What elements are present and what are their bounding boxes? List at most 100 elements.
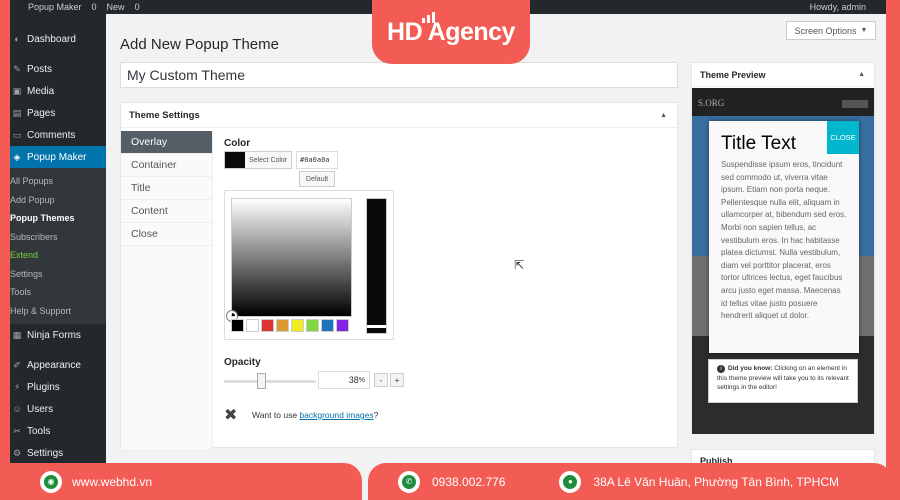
globe-icon: ◉	[40, 470, 62, 493]
popup-content[interactable]: Suspendisse ipsum eros, tincidunt sed co…	[721, 159, 849, 323]
popup-close-button[interactable]: CLOSE	[827, 121, 859, 154]
settings-tabs: Overlay Container Title Content Close	[121, 131, 213, 449]
menu-popup-maker[interactable]: ◈ Popup Maker	[10, 146, 106, 168]
opacity-label: Opacity	[224, 357, 261, 368]
menu-settings[interactable]: ⚙ Settings	[10, 442, 106, 464]
palette-swatch[interactable]	[306, 319, 319, 332]
color-palette	[231, 319, 349, 332]
menu-users[interactable]: ☺ Users	[10, 398, 106, 420]
media-icon: ▣	[12, 85, 22, 96]
brand-logo: HD Agency	[387, 17, 515, 46]
page-title: Add New Popup Theme	[120, 36, 279, 53]
brand-bars-icon	[422, 12, 435, 23]
palette-swatch[interactable]	[321, 319, 334, 332]
collapse-arrow-icon[interactable]: ▲	[858, 71, 865, 78]
preview-area[interactable]: S.ORG Title Text CLOSE Suspendisse ipsum…	[692, 88, 874, 434]
page-icon: ▤	[12, 107, 22, 118]
footer-phone[interactable]: 0938.002.776	[432, 475, 505, 489]
collapse-arrow-icon[interactable]: ▲	[660, 112, 667, 119]
new-link[interactable]: New	[107, 2, 125, 12]
palette-swatch[interactable]	[276, 319, 289, 332]
opacity-decrease-button[interactable]: -	[374, 373, 388, 387]
opacity-slider-track[interactable]	[224, 380, 316, 383]
comment-icon: ▭	[12, 129, 22, 140]
submenu-settings[interactable]: Settings	[10, 265, 106, 284]
color-label: Color	[224, 138, 251, 149]
site-name[interactable]: Popup Maker	[28, 2, 82, 12]
menu-plugins[interactable]: ⚡ Plugins	[10, 376, 106, 398]
opacity-increase-button[interactable]: +	[390, 373, 404, 387]
brush-icon: ✐	[13, 359, 21, 370]
palette-swatch[interactable]	[231, 319, 244, 332]
popup-title[interactable]: Title Text	[721, 133, 796, 155]
menu-ninja-forms[interactable]: ▦ Ninja Forms	[10, 324, 106, 346]
submenu-all-popups[interactable]: All Popups	[10, 172, 106, 191]
popup-maker-submenu: All Popups Add Popup Popup Themes Subscr…	[10, 168, 106, 324]
info-icon: i	[717, 365, 725, 373]
submenu-popup-themes[interactable]: Popup Themes	[10, 209, 106, 228]
submenu-help-support[interactable]: Help & Support	[10, 302, 106, 321]
preview-tip: i Did you know: Clicking on an element in…	[708, 359, 858, 403]
menu-pages[interactable]: ▤ Pages	[10, 102, 106, 124]
preview-site-logo: S.ORG	[698, 98, 725, 108]
tab-title[interactable]: Title	[121, 177, 212, 200]
theme-preview-header: Theme Preview ▲	[692, 63, 874, 87]
tab-overlay[interactable]: Overlay	[121, 131, 212, 154]
theme-name-input[interactable]: My Custom Theme	[120, 62, 678, 88]
frame-left	[0, 0, 10, 500]
phone-icon: ✆	[398, 470, 420, 493]
submenu-extend[interactable]: Extend	[10, 246, 106, 265]
select-color-button[interactable]: Select Color	[224, 151, 292, 169]
updates-count[interactable]: 0	[135, 2, 140, 12]
gear-icon: ⚙	[12, 447, 22, 458]
palette-swatch[interactable]	[261, 319, 274, 332]
plugin-icon: ⚡	[13, 381, 21, 392]
saturation-field[interactable]	[227, 198, 352, 321]
submenu-add-popup[interactable]: Add Popup	[10, 191, 106, 210]
footer-website-bar: ◉ www.webhd.vn	[10, 463, 362, 500]
theme-preview-box: Theme Preview ▲ S.ORG Title Text CLOSE S…	[691, 62, 875, 434]
menu-posts[interactable]: ✎ Posts	[10, 58, 106, 80]
preview-popup[interactable]: Title Text CLOSE Suspendisse ipsum eros,…	[709, 121, 859, 353]
hue-slider[interactable]	[366, 198, 387, 334]
theme-settings-box: Theme Settings ▲ Overlay Container Title…	[120, 102, 678, 449]
footer-contact-bar: ✆ 0938.002.776 ● 38A Lê Văn Huân, Phường…	[368, 463, 892, 500]
menu-appearance[interactable]: ✐ Appearance	[10, 354, 106, 376]
submenu-subscribers[interactable]: Subscribers	[10, 228, 106, 247]
tab-content[interactable]: Content	[121, 200, 212, 223]
chevron-down-icon: ▼	[860, 27, 868, 34]
menu-tools[interactable]: ✂ Tools	[10, 420, 106, 442]
location-pin-icon: ●	[559, 470, 582, 493]
hex-color-input[interactable]: #0a0a0a	[296, 151, 338, 169]
tab-container[interactable]: Container	[121, 154, 212, 177]
tab-close[interactable]: Close	[121, 223, 212, 246]
palette-swatch[interactable]	[291, 319, 304, 332]
palette-swatch[interactable]	[246, 319, 259, 332]
preview-search-bar	[842, 100, 868, 108]
user-icon: ☺	[12, 404, 22, 414]
frame-right	[886, 0, 900, 500]
background-images-link[interactable]: background images	[299, 410, 373, 420]
dashboard-icon: ◐	[14, 34, 20, 44]
menu-dashboard[interactable]: ◐ Dashboard	[10, 28, 106, 50]
theme-settings-header: Theme Settings ▲	[121, 103, 677, 128]
menu-comments[interactable]: ▭ Comments	[10, 124, 106, 146]
menu-media[interactable]: ▣ Media	[10, 80, 106, 102]
comments-count[interactable]: 0	[92, 2, 97, 12]
footer-address: 38A Lê Văn Huân, Phường Tân Bình, TPHCM	[593, 474, 840, 489]
default-color-button[interactable]: Default	[299, 171, 335, 187]
hue-handle[interactable]	[367, 325, 386, 328]
brand-badge: HD Agency	[372, 0, 530, 64]
submenu-tools[interactable]: Tools	[10, 283, 106, 302]
user-greeting[interactable]: Howdy, admin	[810, 2, 866, 12]
opacity-slider-handle[interactable]	[257, 373, 266, 389]
admin-sidebar: ◐ Dashboard ✎ Posts ▣ Media ▤ Pages ▭ Comment…	[10, 14, 106, 466]
wrench-icon: ✂	[13, 425, 21, 436]
popup-icon: ◈	[13, 151, 21, 162]
screen-options-button[interactable]: Screen Options ▼	[786, 21, 876, 40]
palette-swatch[interactable]	[336, 319, 349, 332]
opacity-input[interactable]: 38%	[318, 371, 370, 389]
form-icon: ▦	[12, 329, 22, 340]
color-swatch	[225, 152, 245, 168]
footer-website[interactable]: www.webhd.vn	[72, 475, 152, 489]
